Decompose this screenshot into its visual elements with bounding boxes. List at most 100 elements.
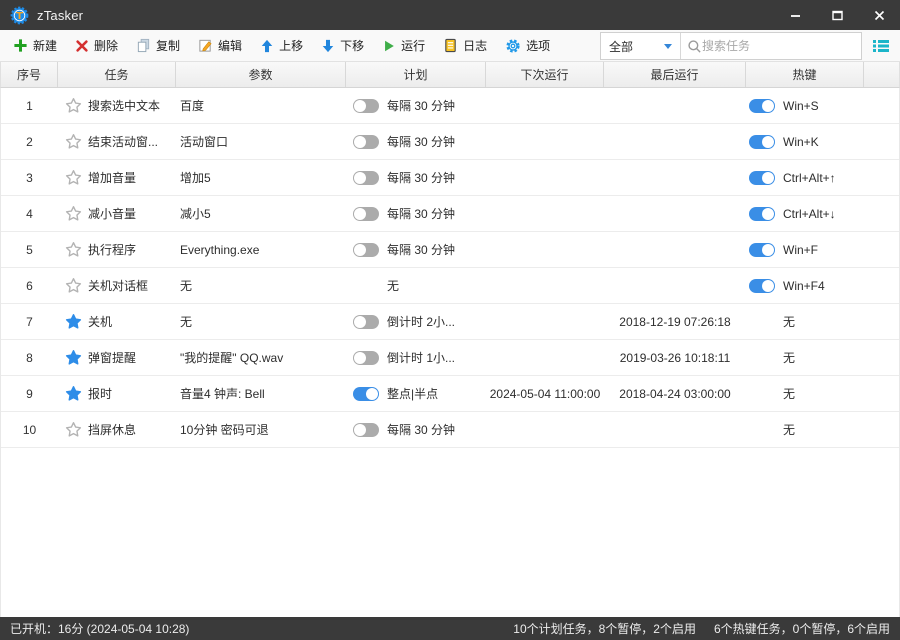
- log-button[interactable]: 日志: [434, 33, 496, 59]
- move-up-button[interactable]: 上移: [251, 33, 312, 59]
- row-number: 7: [26, 314, 33, 329]
- edit-button[interactable]: 编辑: [189, 33, 251, 59]
- favorite-star-icon[interactable]: [65, 277, 82, 294]
- schedule-toggle[interactable]: [353, 206, 379, 221]
- row-number: 4: [26, 206, 33, 221]
- schedule-toggle[interactable]: [353, 350, 379, 365]
- task-name: 增加音量: [88, 171, 137, 185]
- schedule-toggle[interactable]: [353, 386, 379, 401]
- copy-button[interactable]: 复制: [127, 33, 189, 59]
- favorite-star-icon[interactable]: [65, 385, 82, 402]
- list-view-icon: [873, 40, 889, 52]
- next-run-value: 2024-05-04 11:00:00: [489, 386, 601, 401]
- schedule-toggle[interactable]: [353, 134, 379, 149]
- hotkey-label: Win+S: [783, 98, 819, 113]
- schedule-toggle[interactable]: [353, 242, 379, 257]
- chevron-down-icon: [664, 43, 672, 49]
- plus-icon: [14, 39, 27, 52]
- hotkey-toggle[interactable]: [749, 134, 775, 149]
- table-row[interactable]: 9 报时 音量4 钟声: Bell 整点|半点 2024-05-04 11:00…: [1, 376, 899, 412]
- hotkey-toggle[interactable]: [749, 170, 775, 185]
- hotkey-toggle[interactable]: [749, 98, 775, 113]
- header-next-run[interactable]: 下次运行: [486, 62, 604, 87]
- hotkey-toggle[interactable]: [749, 206, 775, 221]
- schedule-toggle[interactable]: [353, 314, 379, 329]
- table-row[interactable]: 8 弹窗提醒 "我的提醒" QQ.wav 倒计时 1小... 2019-03-2…: [1, 340, 899, 376]
- delete-button[interactable]: 删除: [66, 33, 127, 59]
- table-row[interactable]: 7 关机 无 倒计时 2小... 2018-12-19 07:26:18 无: [1, 304, 899, 340]
- hotkey-label: Ctrl+Alt+↓: [783, 206, 836, 221]
- row-number: 3: [26, 170, 33, 185]
- favorite-star-icon[interactable]: [65, 421, 82, 438]
- list-view-button[interactable]: [868, 34, 894, 58]
- new-button[interactable]: 新建: [4, 33, 66, 59]
- gear-icon: [506, 38, 520, 53]
- schedule-cell: 每隔 30 分钟: [346, 232, 486, 267]
- favorite-star-icon[interactable]: [65, 241, 82, 258]
- close-button[interactable]: [858, 0, 900, 30]
- task-cell: 弹窗提醒: [58, 340, 176, 375]
- search-box: [681, 33, 861, 59]
- task-cell: 搜索选中文本: [58, 88, 176, 123]
- task-params: "我的提醒" QQ.wav: [180, 351, 284, 365]
- arrow-up-icon: [261, 39, 273, 52]
- favorite-star-icon[interactable]: [65, 313, 82, 330]
- last-run-value: [604, 196, 746, 231]
- hotkey-label: Ctrl+Alt+↑: [783, 170, 836, 185]
- task-params: 百度: [180, 99, 205, 113]
- header-num[interactable]: 序号: [1, 62, 58, 87]
- favorite-star-icon[interactable]: [65, 97, 82, 114]
- copy-icon: [137, 38, 150, 53]
- last-run-value: [604, 160, 746, 195]
- minimize-button[interactable]: [774, 0, 816, 30]
- hotkey-cell: Ctrl+Alt+↓: [746, 196, 864, 231]
- schedule-toggle[interactable]: [353, 170, 379, 185]
- schedule-toggle[interactable]: [353, 422, 379, 437]
- schedule-cell: 每隔 30 分钟: [346, 412, 486, 447]
- maximize-button[interactable]: [816, 0, 858, 30]
- delete-label: 删除: [94, 39, 119, 53]
- options-button[interactable]: 选项: [496, 33, 559, 59]
- next-run-value: [486, 124, 604, 159]
- schedule-cell: 每隔 30 分钟: [346, 160, 486, 195]
- table-row[interactable]: 4 减小音量 减小5 每隔 30 分钟 Ctrl+Alt+↓: [1, 196, 899, 232]
- table-row[interactable]: 10 挡屏休息 10分钟 密码可退 每隔 30 分钟 无: [1, 412, 899, 448]
- table-row[interactable]: 6 关机对话框 无 无 Win+F4: [1, 268, 899, 304]
- header-task[interactable]: 任务: [58, 62, 176, 87]
- new-label: 新建: [33, 39, 58, 53]
- hotkey-cell: Win+F: [746, 232, 864, 267]
- filter-dropdown[interactable]: 全部: [601, 33, 681, 59]
- table-row[interactable]: 3 增加音量 增加5 每隔 30 分钟 Ctrl+Alt+↑: [1, 160, 899, 196]
- log-label: 日志: [463, 39, 488, 53]
- header-last-run[interactable]: 最后运行: [604, 62, 746, 87]
- hotkey-toggle[interactable]: [749, 242, 775, 257]
- schedule-toggle[interactable]: [353, 98, 379, 113]
- favorite-star-icon[interactable]: [65, 205, 82, 222]
- run-button[interactable]: 运行: [373, 33, 434, 59]
- header-schedule[interactable]: 计划: [346, 62, 486, 87]
- schedule-label: 每隔 30 分钟: [387, 99, 456, 113]
- schedule-label: 每隔 30 分钟: [387, 135, 456, 149]
- favorite-star-icon[interactable]: [65, 133, 82, 150]
- favorite-star-icon[interactable]: [65, 349, 82, 366]
- move-down-button[interactable]: 下移: [312, 33, 373, 59]
- row-spacer: [864, 88, 899, 123]
- table-row[interactable]: 5 执行程序 Everything.exe 每隔 30 分钟 Win+F: [1, 232, 899, 268]
- schedule-cell: 倒计时 2小...: [346, 304, 486, 339]
- schedule-label: 每隔 30 分钟: [387, 171, 456, 185]
- next-run-value: [486, 412, 604, 447]
- search-icon: [688, 39, 701, 53]
- move-down-label: 下移: [340, 39, 365, 53]
- table-row[interactable]: 1 搜索选中文本 百度 每隔 30 分钟 Win+S: [1, 88, 899, 124]
- header-hotkey[interactable]: 热键: [746, 62, 864, 87]
- task-name: 报时: [88, 387, 113, 401]
- task-params: Everything.exe: [180, 242, 260, 257]
- hotkey-toggle[interactable]: [749, 278, 775, 293]
- task-name: 执行程序: [88, 243, 137, 257]
- hotkey-label: 无: [783, 351, 796, 365]
- favorite-star-icon[interactable]: [65, 169, 82, 186]
- header-params[interactable]: 参数: [176, 62, 346, 87]
- search-input[interactable]: [702, 39, 855, 53]
- table-row[interactable]: 2 结束活动窗... 活动窗口 每隔 30 分钟 Win+K: [1, 124, 899, 160]
- last-run-value: [604, 232, 746, 267]
